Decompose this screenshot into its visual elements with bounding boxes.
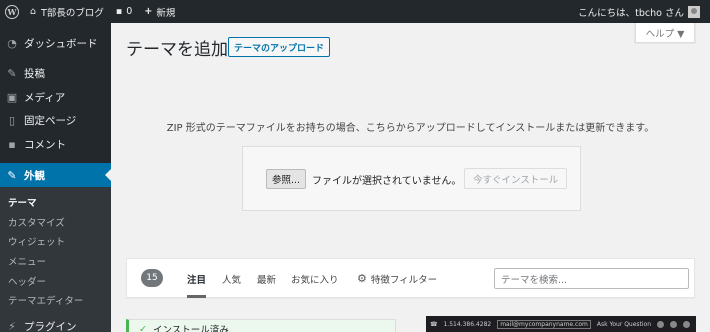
installed-label: インストール済み	[152, 325, 229, 332]
brush-icon: ✎	[7, 168, 17, 182]
sidebar-item-posts[interactable]: ✎ 投稿	[0, 61, 111, 85]
theme-filter-bar: 15 注目 人気 最新 お気に入り ⚙ 特徴フィルター テーマを検索...	[126, 258, 695, 298]
installed-theme-notice: ✓ インストール済み	[126, 319, 396, 332]
admin-sidebar: ◔ ダッシュボード ✎ 投稿 ▣ メディア ▯ 固定ページ ▪ コメント ✎ 外…	[0, 23, 111, 332]
submenu-item-theme-editor[interactable]: テーマエディター	[8, 291, 83, 309]
tab-latest[interactable]: 最新	[257, 259, 276, 298]
greeting: こんにちは、tbcho さん	[578, 7, 684, 19]
plus-icon: +	[144, 6, 153, 17]
sidebar-item-media[interactable]: ▣ メディア	[0, 85, 111, 109]
sidebar-item-pages[interactable]: ▯ 固定ページ	[0, 108, 111, 132]
comment-icon: ▪	[8, 137, 16, 151]
tab-popular[interactable]: 人気	[222, 259, 241, 298]
preview-phone: 1.514.386.4282	[443, 320, 492, 328]
new-label: 新規	[156, 7, 176, 19]
appearance-submenu: テーマ カスタマイズ ウィジェット メニュー ヘッダー テーマエディター ⚡ プ…	[0, 187, 111, 332]
phone-icon: ☎	[430, 320, 438, 328]
tab-featured[interactable]: 注目	[187, 259, 207, 298]
submenu-item-menus[interactable]: メニュー	[8, 252, 46, 270]
new-content-link[interactable]: + 新規	[138, 0, 181, 23]
preview-ask: Ask Your Question	[596, 320, 652, 328]
upload-form: 参照... ファイルが選択されていません。 今すぐインストール	[242, 146, 581, 211]
admin-bar: W ⌂ T部長のブログ ▪ 0 + 新規 こんにちは、tbcho さん	[0, 0, 710, 23]
theme-preview-thumbnail[interactable]: ☎ 1.514.386.4282 mail@mycompanyname.com …	[426, 316, 696, 332]
submenu-item-header[interactable]: ヘッダー	[8, 272, 46, 290]
comment-icon: ▪	[115, 6, 123, 17]
feature-filter-label: 特徴フィルター	[370, 274, 438, 286]
my-account-link[interactable]: こんにちは、tbcho さん	[572, 0, 706, 23]
page-icon: ▯	[8, 113, 16, 127]
tab-favorites[interactable]: お気に入り	[291, 259, 339, 298]
sidebar-item-label: メディア	[24, 91, 66, 104]
site-name-link[interactable]: ⌂ T部長のブログ	[24, 0, 110, 23]
gear-icon: ⚙	[357, 272, 367, 285]
submenu-item-widgets[interactable]: ウィジェット	[8, 232, 65, 250]
pin-icon: ✎	[7, 66, 17, 80]
theme-count-badge: 15	[141, 269, 163, 287]
theme-search-input[interactable]: テーマを検索...	[494, 268, 689, 289]
main-content: ヘルプ ▼ テーマを追加 テーマのアップロード ZIP 形式のテーマファイルをお…	[111, 23, 710, 332]
sidebar-item-label: プラグイン	[24, 320, 77, 332]
comments-link[interactable]: ▪ 0	[110, 0, 139, 23]
sidebar-item-plugins[interactable]: ⚡ プラグイン	[0, 314, 111, 332]
upload-help-text: ZIP 形式のテーマファイルをお持ちの場合、こちらからアップロードしてインストー…	[166, 123, 655, 134]
sidebar-item-dashboard[interactable]: ◔ ダッシュボード	[0, 31, 111, 55]
social-icon	[670, 320, 678, 328]
browse-button[interactable]: 参照...	[266, 169, 307, 189]
plugin-icon: ⚡	[8, 319, 16, 332]
install-now-button[interactable]: 今すぐインストール	[464, 168, 568, 189]
check-icon: ✓	[139, 323, 147, 332]
sidebar-item-label: 外観	[24, 169, 45, 182]
comments-count: 0	[126, 6, 133, 17]
avatar	[688, 5, 700, 18]
sidebar-item-label: 投稿	[24, 67, 45, 80]
social-icon	[683, 320, 691, 328]
social-icon	[657, 320, 665, 328]
wordpress-logo-icon[interactable]: W	[0, 0, 24, 23]
upload-theme-button[interactable]: テーマのアップロード	[228, 37, 331, 57]
file-status-text: ファイルが選択されていません。	[312, 175, 462, 187]
sidebar-item-comments[interactable]: ▪ コメント	[0, 132, 111, 156]
media-icon: ▣	[6, 90, 18, 104]
submenu-item-customize[interactable]: カスタマイズ	[8, 213, 65, 231]
submenu-item-themes[interactable]: テーマ	[8, 193, 37, 211]
site-name: T部長のブログ	[41, 7, 104, 19]
sidebar-item-appearance[interactable]: ✎ 外観	[0, 163, 111, 187]
page-title: テーマを追加	[126, 40, 228, 60]
tab-feature-filter[interactable]: ⚙ 特徴フィルター	[357, 259, 437, 298]
sidebar-item-label: 固定ページ	[24, 114, 77, 127]
help-tab-button[interactable]: ヘルプ ▼	[635, 23, 695, 43]
sidebar-item-label: コメント	[24, 138, 66, 151]
sidebar-item-label: ダッシュボード	[24, 37, 98, 50]
dashboard-icon: ◔	[7, 36, 17, 50]
home-icon: ⌂	[30, 6, 37, 17]
preview-email: mail@mycompanyname.com	[497, 319, 591, 329]
